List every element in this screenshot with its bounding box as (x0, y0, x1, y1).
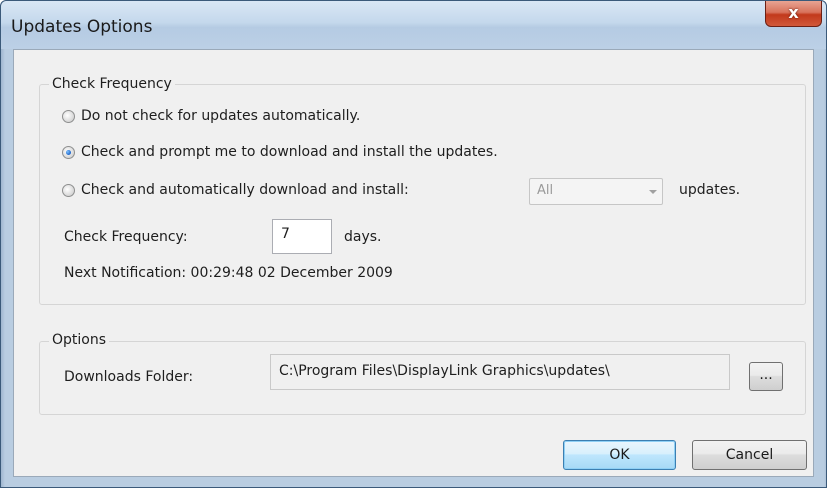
radio-label[interactable]: Check and automatically download and ins… (81, 182, 409, 198)
check-frequency-group-label: Check Frequency (49, 76, 175, 92)
cancel-button[interactable]: Cancel (692, 440, 807, 470)
radio-button-selected[interactable] (62, 145, 75, 159)
frequency-label: Check Frequency: (64, 229, 188, 245)
next-notification: Next Notification: 00:29:48 02 December … (64, 265, 393, 281)
dialog-content: Check Frequency Do not check for updates… (13, 49, 814, 477)
browse-button[interactable]: ... (749, 362, 783, 391)
close-icon: x (788, 3, 799, 22)
downloads-folder-field[interactable]: C:\Program Files\DisplayLink Graphics\up… (270, 354, 730, 390)
options-group-label: Options (49, 332, 110, 348)
cancel-label: Cancel (725, 447, 774, 463)
radio-label[interactable]: Check and prompt me to download and inst… (81, 144, 498, 160)
downloads-folder-path: C:\Program Files\DisplayLink Graphics\up… (279, 363, 610, 379)
radio-option-auto-install[interactable]: Check and automatically download and ins… (62, 182, 409, 198)
frequency-input[interactable]: 7 (272, 219, 332, 254)
ok-button[interactable]: OK (563, 440, 676, 470)
window-title: Updates Options (11, 17, 153, 37)
ok-label: OK (609, 447, 630, 463)
browse-label: ... (759, 367, 773, 383)
install-scope-suffix: updates. (679, 182, 741, 198)
radio-button[interactable] (62, 183, 75, 197)
install-scope-value: All (537, 183, 554, 198)
radio-option-prompt[interactable]: Check and prompt me to download and inst… (62, 144, 498, 160)
radio-label[interactable]: Do not check for updates automatically. (81, 108, 360, 124)
radio-button[interactable] (62, 109, 75, 123)
frequency-value: 7 (281, 226, 290, 242)
dialog-window: Updates Options x Check Frequency Do not… (0, 0, 827, 488)
chevron-down-icon (649, 190, 657, 194)
frequency-unit: days. (344, 229, 382, 245)
radio-option-no-check[interactable]: Do not check for updates automatically. (62, 108, 360, 124)
title-bar[interactable]: Updates Options x (1, 1, 826, 49)
close-button[interactable]: x (765, 1, 822, 27)
downloads-folder-label: Downloads Folder: (64, 369, 194, 385)
install-scope-dropdown[interactable]: All (529, 178, 663, 205)
